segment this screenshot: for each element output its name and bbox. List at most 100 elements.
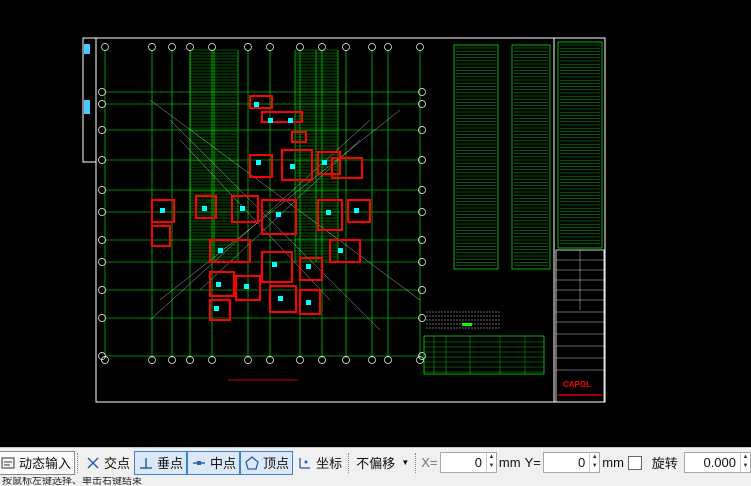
axis-bubble [168,43,176,51]
axis-bubble [266,43,274,51]
y-value: 0 [578,455,586,470]
column [288,118,293,123]
toolbar-separator [415,452,417,473]
column [256,160,261,165]
rotate-spinner[interactable]: ▲ ▼ [740,453,750,472]
axis-bubble [98,314,106,322]
toolbar-separator [77,452,79,473]
intersection-label: 交点 [104,456,131,471]
axis-bubble [244,43,252,51]
cad-drawing-canvas[interactable]: CAPOL [0,0,751,447]
column [306,300,311,305]
x-value: 0 [474,455,482,470]
status-bar: 按鼠标左键选择、单击右键结束 [0,477,751,486]
dynamic-input-label: 动态输入 [19,456,72,471]
chevron-down-icon: ▼ [401,458,410,467]
axis-bubble [98,258,106,266]
y-label: Y= [524,455,541,470]
rotate-value: 0.000 [703,455,737,470]
y-input[interactable]: 0 ▲ ▼ [542,452,601,473]
snap-midpoint-button[interactable]: 中点 [187,450,241,475]
column [268,118,273,123]
axis-bubble [98,100,106,108]
axis-bubble [342,43,350,51]
column [278,296,283,301]
column [160,208,165,213]
drawing-frame [95,37,606,403]
intersection-icon [85,455,101,471]
column [306,264,311,269]
vertex-icon [244,455,260,471]
rotate-input[interactable]: 0.000 ▲ ▼ [683,452,751,473]
dynamic-input-toggle[interactable]: 动态输入 [0,450,76,475]
toolbar-separator [348,452,350,473]
vertex-label: 顶点 [263,456,290,471]
axis-bubble [186,43,194,51]
column [240,206,245,211]
axis-bubble [98,286,106,294]
axis-bubble [208,43,216,51]
axis-bubble [296,43,304,51]
column [354,208,359,213]
midpoint-icon [191,455,207,471]
rotate-checkbox[interactable] [627,455,642,470]
snap-vertex-button[interactable]: 顶点 [240,450,294,475]
column [322,160,327,165]
column [244,284,249,289]
snap-coordinate-button[interactable]: 坐标 [293,451,346,475]
title-block: CAPOL [555,249,605,403]
midpoint-label: 中点 [210,456,237,471]
perpendicular-label: 垂点 [157,456,184,471]
wall-segment [151,225,171,247]
coordinate-label: 坐标 [316,456,343,471]
wall-segment [317,151,341,175]
wall-segment [209,299,231,321]
offset-mode-select[interactable]: 不偏移 ▼ [352,451,413,475]
axis-bubble [98,236,106,244]
wall-segment [281,149,313,181]
status-text: 按鼠标左键选择、单击右键结束 [2,477,142,486]
axis-bubble [98,156,106,164]
x-unit: mm [498,455,521,470]
axis-bubble [98,126,106,134]
x-spinner[interactable]: ▲ ▼ [485,453,496,472]
snap-toolbar: 动态输入 交点 垂点 中点 顶点 坐标 不偏移 ▼ X= 0 ▲ ▼ mm Y=… [0,447,751,477]
column [338,248,343,253]
schedule-column [453,44,499,270]
column [202,206,207,211]
rotate-label: 旋转 [651,456,678,471]
axis-bubble [98,186,106,194]
perpendicular-icon [138,455,154,471]
title-block-brand: CAPOL [563,380,591,389]
y-spinner[interactable]: ▲ ▼ [589,453,599,472]
column [326,210,331,215]
column [272,262,277,267]
axis-bubble [384,43,392,51]
column [216,282,221,287]
axis-bubble [368,43,376,51]
axis-bubble [148,43,156,51]
column [254,102,259,107]
column [214,306,219,311]
axis-bubble [416,43,424,51]
diagonal-axis [169,119,381,331]
schedule-column [511,44,551,270]
snap-perpendicular-button[interactable]: 垂点 [134,450,188,475]
snap-intersection-button[interactable]: 交点 [81,451,134,475]
axis-bubble [318,43,326,51]
schedule-column [557,41,603,249]
x-label: X= [421,455,438,470]
dynamic-input-icon [0,455,16,471]
x-input[interactable]: 0 ▲ ▼ [439,452,497,473]
axis-bubble [101,43,109,51]
axis-bubble [98,208,106,216]
y-unit: mm [602,455,624,470]
side-strip-marker [84,44,90,54]
coordinate-icon [297,455,313,471]
wall-segment [249,95,273,109]
note-highlight [462,323,472,326]
floor-plan-drawing: CAPOL [82,37,606,403]
legend-table [423,335,545,375]
column [290,164,295,169]
side-strip-marker-2 [84,100,90,114]
